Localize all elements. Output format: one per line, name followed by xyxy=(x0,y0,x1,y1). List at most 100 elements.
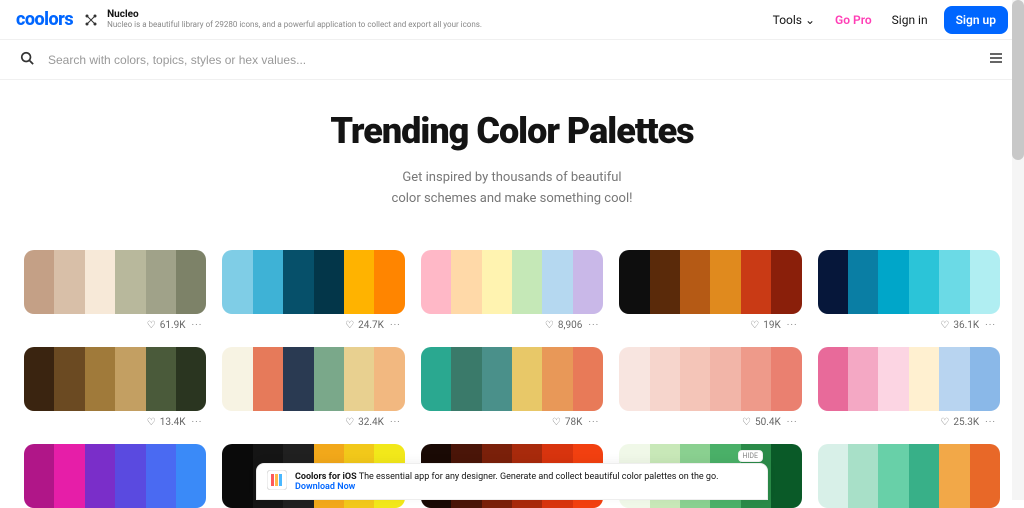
download-link[interactable]: Download Now xyxy=(295,482,355,492)
color-chip[interactable] xyxy=(146,250,176,314)
palette-card[interactable]: ♡25.3K··· xyxy=(818,347,1000,428)
heart-icon[interactable]: ♡ xyxy=(940,417,949,428)
more-icon[interactable]: ··· xyxy=(983,417,998,428)
palette-swatch[interactable] xyxy=(818,444,1000,508)
color-chip[interactable] xyxy=(54,444,84,508)
color-chip[interactable] xyxy=(54,347,84,411)
logo[interactable]: coolors xyxy=(16,9,73,30)
more-icon[interactable]: ··· xyxy=(785,320,800,331)
color-chip[interactable] xyxy=(85,250,115,314)
color-chip[interactable] xyxy=(741,347,771,411)
more-icon[interactable]: ··· xyxy=(388,417,403,428)
color-chip[interactable] xyxy=(848,347,878,411)
color-chip[interactable] xyxy=(115,250,145,314)
palette-swatch[interactable] xyxy=(421,250,603,314)
color-chip[interactable] xyxy=(176,250,206,314)
color-chip[interactable] xyxy=(253,347,283,411)
heart-icon[interactable]: ♡ xyxy=(742,417,751,428)
color-chip[interactable] xyxy=(451,250,481,314)
color-chip[interactable] xyxy=(374,347,404,411)
color-chip[interactable] xyxy=(909,347,939,411)
color-chip[interactable] xyxy=(146,347,176,411)
palette-card[interactable]: ♡19K··· xyxy=(619,250,801,331)
color-chip[interactable] xyxy=(878,347,908,411)
color-chip[interactable] xyxy=(650,347,680,411)
color-chip[interactable] xyxy=(818,347,848,411)
color-chip[interactable] xyxy=(818,444,848,508)
color-chip[interactable] xyxy=(512,250,542,314)
more-icon[interactable]: ··· xyxy=(190,417,205,428)
color-chip[interactable] xyxy=(970,250,1000,314)
palette-card[interactable]: ♡13.4K··· xyxy=(24,347,206,428)
palette-card[interactable]: ♡24.7K··· xyxy=(222,250,404,331)
color-chip[interactable] xyxy=(909,250,939,314)
color-chip[interactable] xyxy=(421,250,451,314)
color-chip[interactable] xyxy=(283,250,313,314)
color-chip[interactable] xyxy=(222,347,252,411)
color-chip[interactable] xyxy=(115,347,145,411)
color-chip[interactable] xyxy=(314,250,344,314)
palette-card[interactable]: ♡32.4K··· xyxy=(222,347,404,428)
heart-icon[interactable]: ♡ xyxy=(552,417,561,428)
color-chip[interactable] xyxy=(85,347,115,411)
palette-card[interactable]: ♡61.9K··· xyxy=(24,250,206,331)
color-chip[interactable] xyxy=(222,250,252,314)
color-chip[interactable] xyxy=(970,444,1000,508)
color-chip[interactable] xyxy=(146,444,176,508)
color-chip[interactable] xyxy=(314,347,344,411)
menu-icon[interactable] xyxy=(988,50,1004,70)
palette-swatch[interactable] xyxy=(421,347,603,411)
color-chip[interactable] xyxy=(176,347,206,411)
color-chip[interactable] xyxy=(818,250,848,314)
more-icon[interactable]: ··· xyxy=(785,417,800,428)
color-chip[interactable] xyxy=(680,347,710,411)
color-chip[interactable] xyxy=(115,444,145,508)
palette-card[interactable]: ♡36.1K··· xyxy=(818,250,1000,331)
color-chip[interactable] xyxy=(970,347,1000,411)
scroll-thumb[interactable] xyxy=(1012,0,1024,160)
color-chip[interactable] xyxy=(771,250,801,314)
signin-link[interactable]: Sign in xyxy=(882,7,938,33)
palette-card[interactable]: ♡78K··· xyxy=(421,347,603,428)
color-chip[interactable] xyxy=(909,444,939,508)
color-chip[interactable] xyxy=(939,444,969,508)
color-chip[interactable] xyxy=(344,347,374,411)
go-pro-link[interactable]: Go Pro xyxy=(825,7,882,33)
heart-icon[interactable]: ♡ xyxy=(147,320,156,331)
color-chip[interactable] xyxy=(512,347,542,411)
color-chip[interactable] xyxy=(741,250,771,314)
color-chip[interactable] xyxy=(374,250,404,314)
heart-icon[interactable]: ♡ xyxy=(750,320,759,331)
promo-banner[interactable]: Nucleo Nucleo is a beautiful library of … xyxy=(83,9,482,30)
color-chip[interactable] xyxy=(24,250,54,314)
tools-menu[interactable]: Tools ⌄ xyxy=(763,7,825,33)
color-chip[interactable] xyxy=(542,347,572,411)
search-input[interactable] xyxy=(48,53,988,67)
palette-swatch[interactable] xyxy=(619,250,801,314)
heart-icon[interactable]: ♡ xyxy=(345,320,354,331)
color-chip[interactable] xyxy=(482,250,512,314)
color-chip[interactable] xyxy=(939,250,969,314)
color-chip[interactable] xyxy=(848,444,878,508)
signup-button[interactable]: Sign up xyxy=(944,6,1008,34)
color-chip[interactable] xyxy=(650,250,680,314)
color-chip[interactable] xyxy=(710,347,740,411)
color-chip[interactable] xyxy=(222,444,252,508)
color-chip[interactable] xyxy=(253,250,283,314)
more-icon[interactable]: ··· xyxy=(983,320,998,331)
palette-swatch[interactable] xyxy=(818,250,1000,314)
color-chip[interactable] xyxy=(710,250,740,314)
hide-promo-button[interactable]: HIDE xyxy=(738,450,763,462)
color-chip[interactable] xyxy=(421,347,451,411)
color-chip[interactable] xyxy=(878,444,908,508)
color-chip[interactable] xyxy=(451,347,481,411)
color-chip[interactable] xyxy=(176,444,206,508)
palette-swatch[interactable] xyxy=(818,347,1000,411)
color-chip[interactable] xyxy=(848,250,878,314)
color-chip[interactable] xyxy=(54,250,84,314)
more-icon[interactable]: ··· xyxy=(388,320,403,331)
color-chip[interactable] xyxy=(771,444,801,508)
more-icon[interactable]: ··· xyxy=(586,320,601,331)
palette-swatch[interactable] xyxy=(24,444,206,508)
palette-swatch[interactable] xyxy=(222,347,404,411)
